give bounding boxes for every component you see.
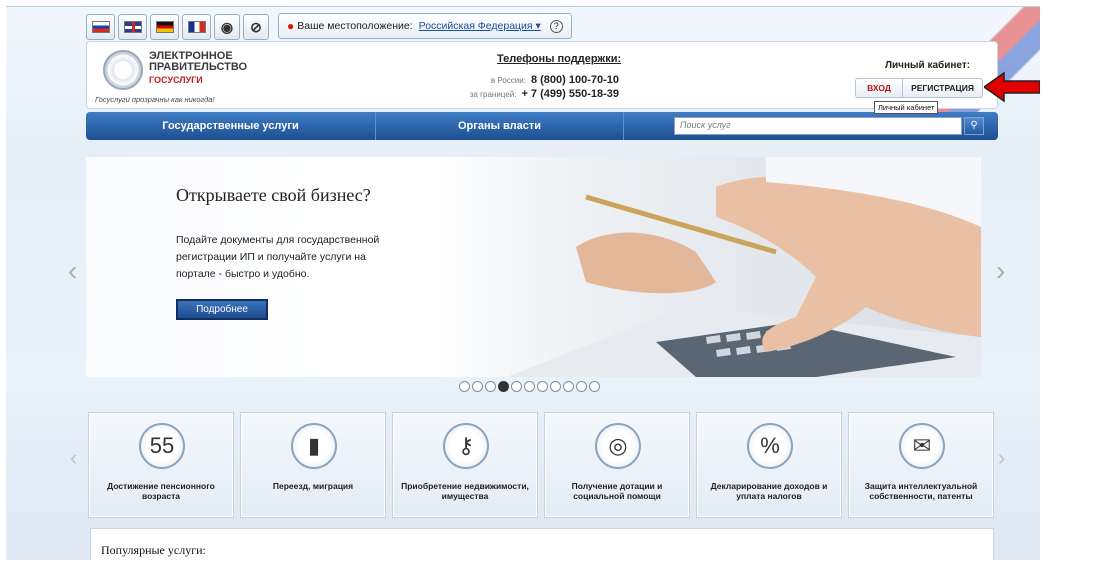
login-button[interactable]: ВХОД: [855, 78, 903, 98]
tiles-next-icon[interactable]: ›: [998, 445, 1005, 471]
keys-icon: ⚷: [443, 423, 489, 469]
popular-services: Популярные услуги:: [90, 528, 994, 560]
language-bar: ◉ ⊘: [86, 13, 269, 41]
lang-de-button[interactable]: [150, 14, 179, 40]
compass-icon: ⊘: [250, 18, 262, 35]
account-title: Личный кабинет:: [885, 60, 971, 71]
situation-tile[interactable]: % Декларирование доходов и уплата налогов: [696, 412, 842, 518]
tile-label: Достижение пенсионного возраста: [107, 481, 215, 501]
phone-number: + 7 (499) 550-18-39: [521, 88, 619, 100]
help-icon[interactable]: ?: [549, 19, 563, 33]
slider-dot[interactable]: [589, 381, 600, 392]
slider-dot[interactable]: [485, 381, 496, 392]
eye-icon: ◉: [220, 18, 234, 35]
location-link[interactable]: Российская Федерация ▾: [419, 20, 541, 32]
slider-dot[interactable]: [563, 381, 574, 392]
tile-label: Получение дотации и социальной помощи: [571, 481, 663, 501]
red-arrow-annotation: [984, 71, 1040, 103]
phone-abroad: за границей: + 7 (499) 550-18-39: [470, 88, 619, 100]
compass-button[interactable]: ⊘: [243, 14, 269, 40]
tile-label: Переезд, миграция: [272, 481, 354, 491]
tiles-prev-icon[interactable]: ‹: [70, 445, 77, 471]
location-label: Ваше местоположение:: [297, 20, 413, 32]
situation-tile[interactable]: ◎ Получение дотации и социальной помощи: [544, 412, 690, 518]
support-title[interactable]: Телефоны поддержки:: [497, 53, 621, 65]
flag-de-icon: [155, 21, 174, 33]
chevron-right-icon[interactable]: ›: [996, 255, 1005, 287]
logo-title[interactable]: ЭЛЕКТРОННОЕ ПРАВИТЕЛЬСТВО: [149, 51, 269, 73]
popular-title: Популярные услуги:: [101, 543, 206, 557]
nav-gov-services[interactable]: Государственные услуги: [86, 112, 376, 140]
phone-russia: в России: 8 (800) 100-70-10: [491, 74, 619, 86]
slider-dot[interactable]: [472, 381, 483, 392]
certificate-icon: ✉: [899, 423, 945, 469]
banner-text: Подайте документы для государственной ре…: [176, 234, 380, 280]
slider-dot[interactable]: [511, 381, 522, 392]
flag-fr-icon: [187, 21, 206, 33]
location-selector[interactable]: ● Ваше местоположение: Российская Федера…: [278, 13, 572, 39]
slider-dot[interactable]: [576, 381, 587, 392]
search-input[interactable]: Поиск услуг: [674, 117, 962, 135]
situation-tile[interactable]: 55 Достижение пенсионного возраста: [88, 412, 234, 518]
tile-label: Приобретение недвижимости, имущества: [401, 481, 529, 501]
slogan: Госуслуги прозрачны как никогда!: [95, 95, 215, 104]
passport-icon: ▮: [291, 423, 337, 469]
calendar-55-icon: 55: [139, 423, 185, 469]
site-header: ЭЛЕКТРОННОЕ ПРАВИТЕЛЬСТВО ГОСУСЛУГИ Госу…: [86, 41, 998, 109]
promo-banner[interactable]: Открываете свой бизнес? Подайте документ…: [86, 157, 981, 377]
logo-subtitle[interactable]: ГОСУСЛУГИ: [149, 75, 203, 85]
percent-icon: %: [747, 423, 793, 469]
map-pin-icon: ●: [287, 19, 295, 33]
slider-dot[interactable]: [524, 381, 535, 392]
accessibility-button[interactable]: ◉: [214, 14, 240, 40]
slider-dot[interactable]: [550, 381, 561, 392]
search-icon: ⚲: [970, 120, 978, 131]
phone-label: в России:: [490, 76, 526, 85]
slider-dots: [459, 381, 600, 392]
slider-dot[interactable]: [459, 381, 470, 392]
hands-calculator-illustration: [506, 157, 981, 377]
lang-en-button[interactable]: [118, 14, 147, 40]
phone-label: за границей:: [469, 90, 517, 99]
gosuslugi-emblem-icon[interactable]: [103, 50, 143, 90]
situation-tile[interactable]: ⚷ Приобретение недвижимости, имущества: [392, 412, 538, 518]
phone-number: 8 (800) 100-70-10: [530, 74, 619, 86]
banner-title: Открываете свой бизнес?: [176, 185, 371, 205]
situation-tile[interactable]: ▮ Переезд, миграция: [240, 412, 386, 518]
lifebuoy-icon: ◎: [595, 423, 641, 469]
account-tooltip: Личный кабинет: [874, 101, 939, 114]
slider-dot[interactable]: [537, 381, 548, 392]
tile-label: Декларирование доходов и уплата налогов: [710, 481, 828, 501]
nav-authorities[interactable]: Органы власти: [376, 112, 624, 140]
flag-ru-icon: [91, 21, 110, 33]
register-button[interactable]: РЕГИСТРАЦИЯ: [903, 78, 983, 98]
details-button[interactable]: Подробнее: [176, 299, 268, 320]
chevron-left-icon[interactable]: ‹: [68, 255, 77, 287]
lang-ru-button[interactable]: [86, 14, 115, 40]
slider-dot[interactable]: [498, 381, 509, 392]
lang-fr-button[interactable]: [182, 14, 211, 40]
tile-label: Защита интеллектуальной собственности, п…: [864, 481, 978, 501]
situation-tile[interactable]: ✉ Защита интеллектуальной собственности, …: [848, 412, 994, 518]
browser-viewport: ◉ ⊘ ● Ваше местоположение: Российская Фе…: [6, 6, 1040, 560]
flag-uk-icon: [123, 21, 142, 33]
search-button[interactable]: ⚲: [964, 117, 984, 135]
life-situations: 55 Достижение пенсионного возраста ▮ Переез…: [88, 412, 994, 518]
